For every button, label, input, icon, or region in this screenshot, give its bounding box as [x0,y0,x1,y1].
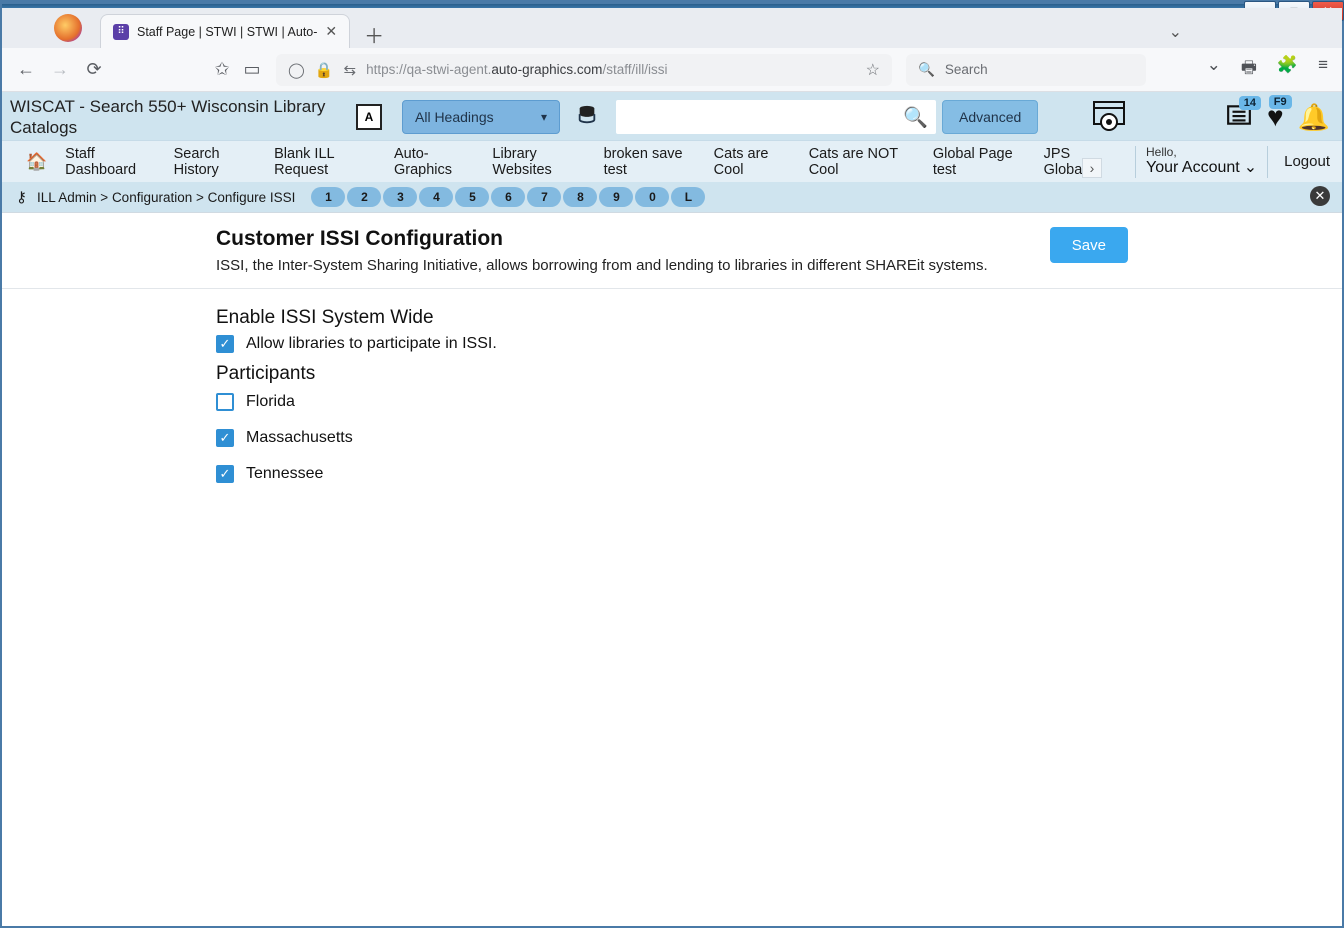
brand-title: WISCAT - Search 550+ Wisconsin Library C… [10,96,340,139]
page-pill[interactable]: 4 [419,187,453,207]
browser-tab-active[interactable]: ⠿ Staff Page | STWI | STWI | Auto- ✕ [100,14,350,48]
tracking-icon[interactable] [1092,100,1126,134]
back-icon[interactable]: ← [16,59,36,80]
chevron-down-icon: ⌄ [1244,159,1257,177]
container-icon[interactable]: ▭ [242,59,262,80]
main-nav: 🏠 Staff Dashboard Search History Blank I… [2,140,1342,182]
new-tab-button[interactable]: ＋ [360,20,388,48]
home-icon[interactable]: 🏠 [26,152,47,172]
tabs-dropdown-icon[interactable]: ⌄ [1169,22,1182,42]
firefox-logo-icon [54,14,82,42]
reload-icon[interactable]: ⟳ [84,59,104,80]
menu-icon[interactable]: ≡ [1318,55,1328,84]
browser-search-input[interactable]: 🔍 Search [906,54,1146,86]
content-area: Customer ISSI Configuration ISSI, the In… [2,212,1342,483]
nav-item[interactable]: Blank ILL Request [274,146,374,178]
permissions-icon: ⇆ [343,61,356,79]
headings-select[interactable]: All Headings ▾ [402,100,560,134]
list-count-badge: 14 [1239,96,1261,110]
catalog-search-input[interactable]: 🔍 [616,100,936,134]
database-icon[interactable] [576,104,598,131]
favorites-count-badge: F9 [1269,95,1292,109]
key-icon: ⚷ [16,188,27,206]
breadcrumb-item[interactable]: Configuration [112,190,192,205]
page-pill[interactable]: 1 [311,187,345,207]
list-icon[interactable]: 14 [1225,102,1253,133]
app-header: WISCAT - Search 550+ Wisconsin Library C… [2,92,1342,140]
nav-item[interactable]: Auto-Graphics [394,146,472,178]
save-button[interactable]: Save [1050,227,1128,263]
enable-heading: Enable ISSI System Wide [216,307,1342,329]
advanced-search-button[interactable]: Advanced [942,100,1038,134]
participants-heading: Participants [216,363,1342,385]
search-icon: 🔍 [918,62,935,78]
page-pill[interactable]: 6 [491,187,525,207]
lock-icon: 🔒 [315,61,334,79]
page-pill[interactable]: 3 [383,187,417,207]
nav-overflow-icon[interactable]: › [1082,158,1102,178]
nav-item[interactable]: Search History [174,146,254,178]
account-menu[interactable]: Your Account⌄ [1146,159,1257,177]
page-pill[interactable]: 0 [635,187,669,207]
allow-issi-checkbox[interactable]: ✓ [216,335,234,353]
nav-item[interactable]: broken save test [604,146,694,178]
notifications-icon[interactable]: 🔔 [1298,102,1330,133]
browser-toolbar: ← → ⟳ ✩ ▭ ◯ 🔒 ⇆ https://qa-stwi-agent.au… [2,48,1342,92]
bookmark-star-icon[interactable]: ✩ [212,59,232,80]
nav-item[interactable]: Global Page test [933,146,1024,178]
address-bar[interactable]: ◯ 🔒 ⇆ https://qa-stwi-agent.auto-graphic… [276,54,892,86]
allow-issi-label: Allow libraries to participate in ISSI. [246,335,497,353]
page-pill[interactable]: 8 [563,187,597,207]
page-pill[interactable]: 2 [347,187,381,207]
shield-icon: ◯ [288,61,305,79]
headings-select-label: All Headings [415,109,494,125]
nav-item[interactable]: Staff Dashboard [65,146,153,178]
participant-checkbox-tennessee[interactable]: ✓ [216,465,234,483]
search-placeholder: Search [945,62,988,77]
nav-item[interactable]: Cats are NOT Cool [809,146,913,178]
url-text: https://qa-stwi-agent.auto-graphics.com/… [366,62,667,77]
participant-label: Tennessee [246,465,323,483]
forward-icon: → [50,59,70,80]
tab-title: Staff Page | STWI | STWI | Auto- [137,25,317,39]
page-title: Customer ISSI Configuration [216,227,988,251]
breadcrumb-item: Configure ISSI [208,190,296,205]
pocket-icon[interactable]: ⌄ [1207,55,1221,84]
extensions-icon[interactable]: 🧩 [1277,55,1298,84]
page-pill[interactable]: 9 [599,187,633,207]
language-icon[interactable]: A [356,104,382,130]
page-pill[interactable]: 7 [527,187,561,207]
nav-item[interactable]: Library Websites [492,146,583,178]
greeting-label: Hello, [1146,146,1257,159]
page-pill[interactable]: L [671,187,705,207]
breadcrumb-bar: ⚷ ILL Admin > Configuration > Configure … [2,182,1342,212]
favorites-icon[interactable]: ♥ F9 [1267,101,1284,133]
chevron-down-icon: ▾ [541,110,547,124]
page-pill[interactable]: 5 [455,187,489,207]
search-icon: 🔍 [903,105,928,130]
nav-item[interactable]: Cats are Cool [714,146,789,178]
tab-favicon-icon: ⠿ [113,24,129,40]
tab-close-icon[interactable]: ✕ [325,23,337,40]
page-subtitle: ISSI, the Inter-System Sharing Initiativ… [216,257,988,274]
logout-link[interactable]: Logout [1284,153,1330,170]
pager: 1 2 3 4 5 6 7 8 9 0 L [311,187,705,207]
bookmark-page-icon[interactable]: ☆ [866,60,880,80]
participant-label: Massachusetts [246,429,353,447]
participant-label: Florida [246,393,295,411]
print-icon[interactable]: 🖶 [1241,55,1257,84]
close-panel-icon[interactable]: ✕ [1310,186,1330,206]
participant-checkbox-massachusetts[interactable]: ✓ [216,429,234,447]
participant-checkbox-florida[interactable] [216,393,234,411]
browser-tabstrip: ⠿ Staff Page | STWI | STWI | Auto- ✕ ＋ ⌄ [2,8,1342,48]
breadcrumb-item[interactable]: ILL Admin [37,190,97,205]
